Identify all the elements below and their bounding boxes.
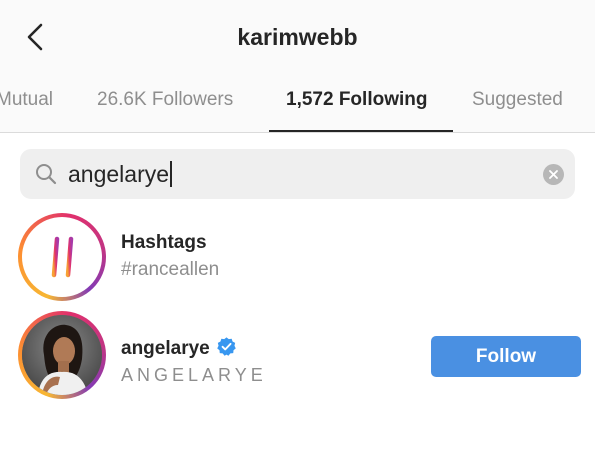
username: angelarye	[121, 336, 237, 360]
tab-mutual[interactable]: Mutual	[0, 89, 53, 111]
hashtag-name: #ranceallen	[121, 259, 220, 280]
follow-button[interactable]: Follow	[431, 336, 581, 377]
username-text: angelarye	[121, 338, 210, 359]
verified-badge-icon	[216, 337, 236, 356]
hashtag-icon	[42, 236, 83, 278]
search-icon	[36, 164, 57, 185]
avatar[interactable]	[22, 315, 102, 395]
clear-search-button[interactable]	[543, 164, 564, 185]
search-query: angelarye	[68, 161, 170, 187]
page-title: karimwebb	[237, 24, 358, 50]
text-cursor	[170, 161, 173, 187]
full-name: ANGELARYE	[121, 365, 267, 385]
tab-followers[interactable]: 26.6K Followers	[97, 89, 233, 111]
top-navigation-bar: karimwebb	[0, 0, 595, 78]
hashtag-ring	[18, 213, 106, 301]
tab-following[interactable]: 1,572 Following	[286, 89, 427, 111]
hashtag-result-row[interactable]: Hashtags #ranceallen	[0, 210, 595, 306]
search-input[interactable]: angelarye	[68, 161, 173, 188]
active-tab-indicator	[269, 130, 453, 132]
search-bar: angelarye	[20, 149, 575, 199]
close-icon	[549, 170, 558, 179]
hashtag-avatar	[22, 217, 102, 297]
user-result-row[interactable]: angelarye ANGELARYE Follow	[0, 308, 595, 404]
follow-tabs: Mutual 26.6K Followers 1,572 Following S…	[0, 78, 595, 133]
hashtag-section-title: Hashtags	[121, 232, 207, 253]
tab-suggested[interactable]: Suggested	[472, 89, 563, 111]
profile-photo	[22, 315, 102, 395]
following-search-screen: karimwebb Mutual 26.6K Followers 1,572 F…	[0, 0, 595, 450]
story-ring	[18, 311, 106, 399]
